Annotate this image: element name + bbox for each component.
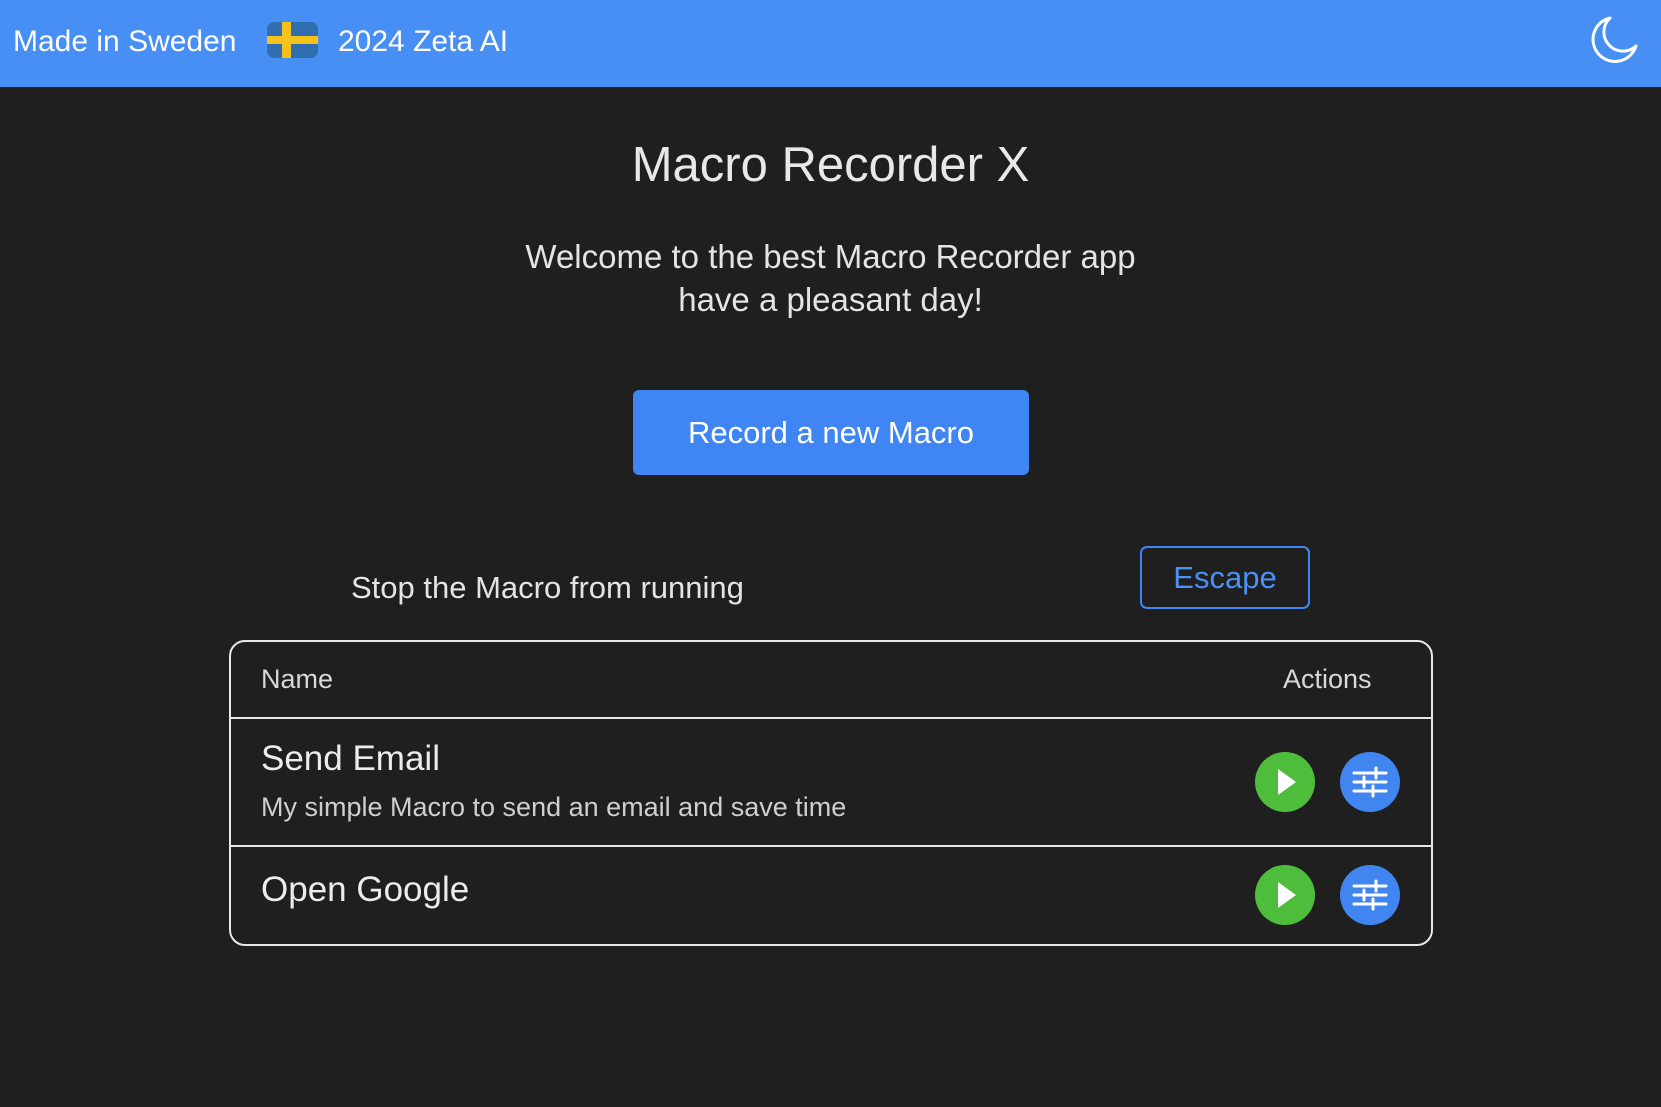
play-icon [1278, 769, 1296, 795]
stop-macro-label: Stop the Macro from running [351, 570, 744, 605]
sliders-icon [1352, 766, 1388, 798]
copyright-label: 2024 Zeta AI [338, 25, 509, 58]
moon-icon[interactable] [1588, 14, 1640, 66]
table-row: Send Email My simple Macro to send an em… [231, 719, 1431, 847]
play-icon [1278, 882, 1296, 908]
made-in-label: Made in Sweden [13, 25, 237, 58]
table-row: Open Google [231, 847, 1431, 944]
column-header-actions: Actions [1283, 664, 1372, 694]
macro-name: Send Email [261, 739, 440, 778]
macro-settings-button[interactable] [1340, 752, 1400, 812]
sweden-flag-icon [267, 22, 318, 58]
macro-description: My simple Macro to send an email and sav… [261, 792, 847, 822]
table-header: Name Actions [231, 642, 1431, 719]
macro-table: Name Actions Send Email My simple Macro … [229, 640, 1433, 946]
play-macro-button[interactable] [1255, 865, 1315, 925]
welcome-message: Welcome to the best Macro Recorder app h… [0, 235, 1661, 321]
welcome-line-1: Welcome to the best Macro Recorder app [525, 238, 1136, 275]
escape-key-button[interactable]: Escape [1140, 546, 1310, 609]
play-macro-button[interactable] [1255, 752, 1315, 812]
macro-name: Open Google [261, 870, 470, 909]
app-title: Macro Recorder X [631, 138, 1030, 192]
top-bar: Made in Sweden 2024 Zeta AI [0, 0, 1661, 87]
welcome-line-2: have a pleasant day! [678, 281, 983, 318]
macro-settings-button[interactable] [1340, 865, 1400, 925]
column-header-name: Name [261, 664, 334, 694]
sliders-icon [1352, 879, 1388, 911]
record-macro-button[interactable]: Record a new Macro [633, 390, 1029, 475]
